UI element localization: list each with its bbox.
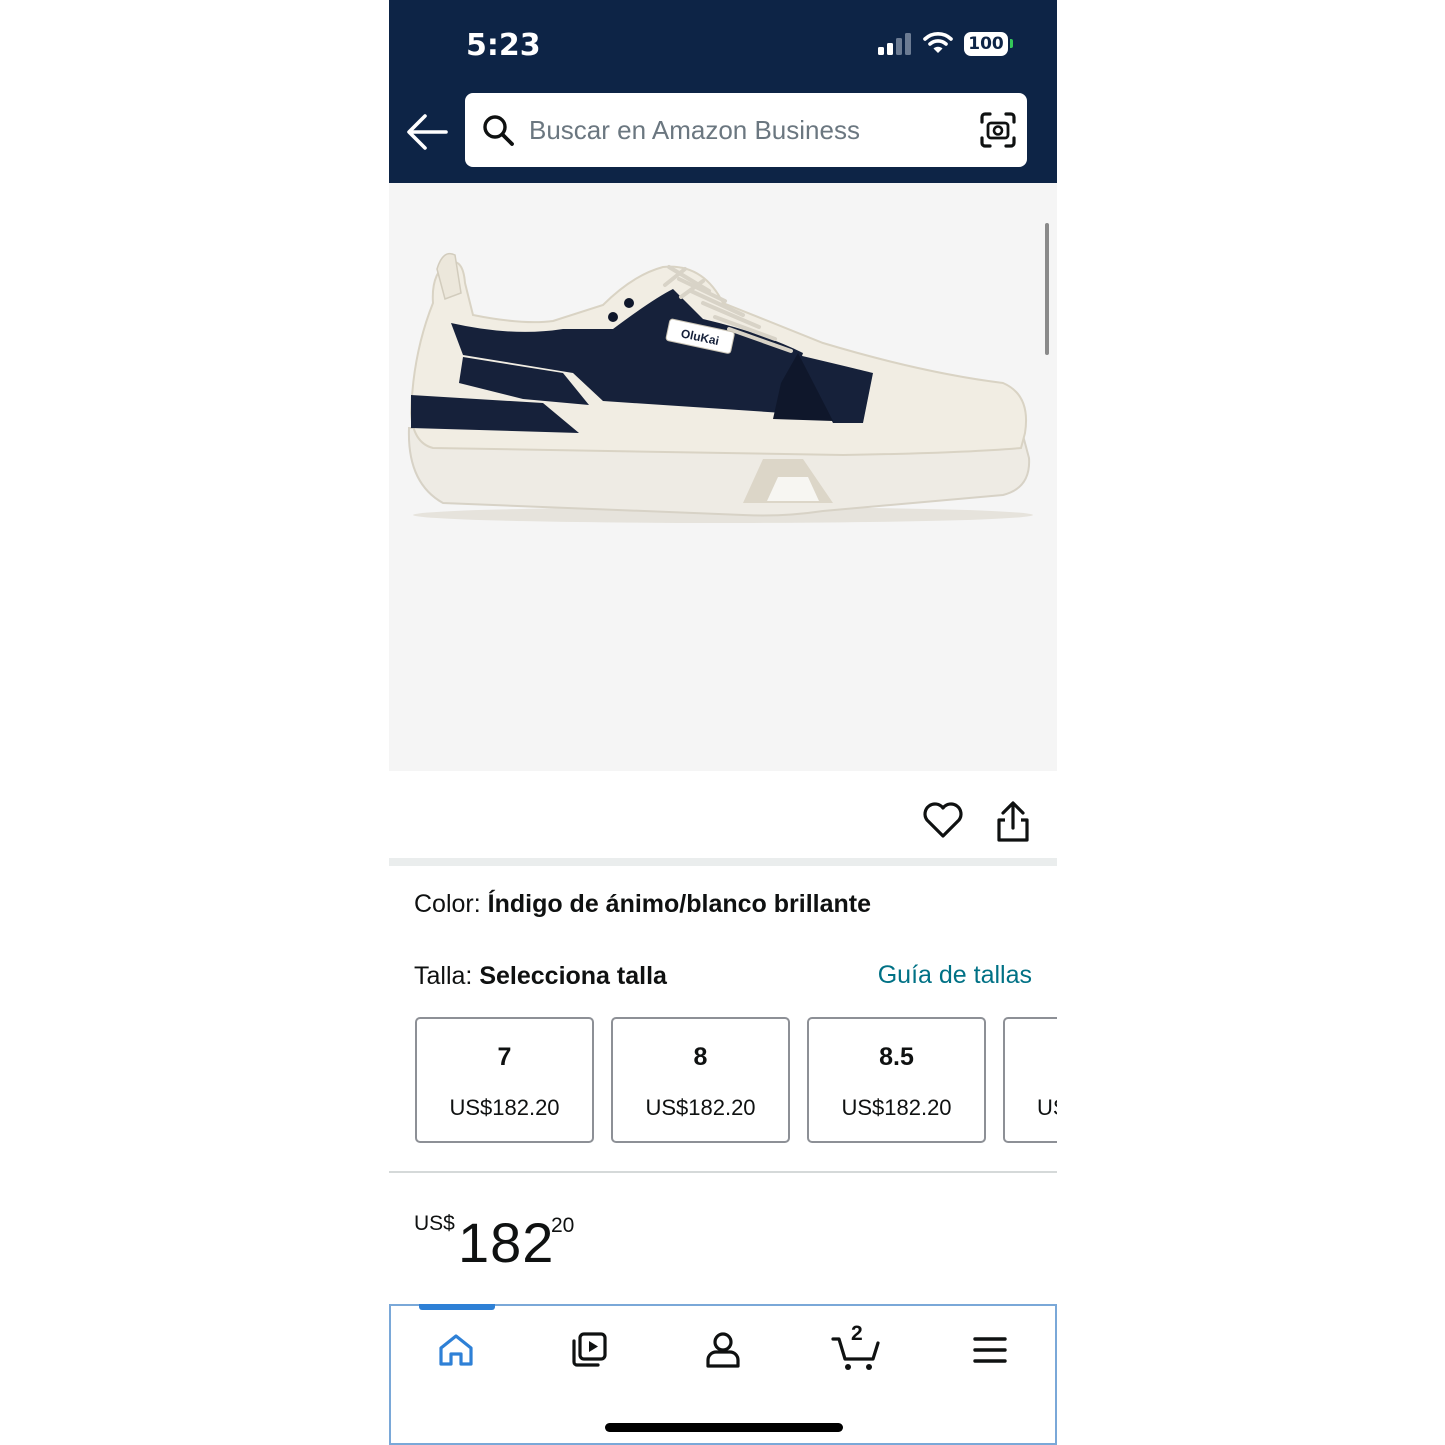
product-image-carousel[interactable]: OluKai (389, 183, 1057, 771)
size-guide-link[interactable]: Guía de tallas (878, 961, 1032, 990)
size-label: Talla: (414, 962, 473, 990)
size-number: 8.5 (879, 1043, 914, 1071)
image-scroll-indicator (1045, 223, 1049, 355)
battery-nub (1010, 39, 1013, 48)
size-option[interactable]: 8 US$182.20 (611, 1017, 790, 1143)
size-selection: Talla: Selecciona talla (414, 962, 667, 991)
search-input[interactable] (529, 93, 969, 167)
status-time: 5:23 (466, 28, 541, 63)
bottom-navigation: 2 (389, 1304, 1057, 1445)
nav-home[interactable] (429, 1326, 483, 1374)
home-icon (439, 1334, 473, 1366)
section-divider (389, 1171, 1057, 1173)
price-whole: 182 (458, 1211, 555, 1274)
size-price: US$182.20 (645, 1095, 756, 1120)
cellular-signal-icon (878, 33, 911, 55)
size-number: 8 (693, 1043, 708, 1071)
back-button[interactable] (405, 110, 449, 154)
phone-screen: 5:23 100 Buscar en Amazon Business OluKa… (389, 0, 1057, 1445)
nav-videos[interactable] (562, 1326, 616, 1374)
nav-cart[interactable]: 2 (829, 1322, 883, 1374)
size-price: US$182.20 (841, 1095, 952, 1120)
menu-icon (973, 1337, 1007, 1363)
color-label: Color: (414, 890, 481, 918)
share-icon (997, 801, 1029, 842)
size-price: US$182.20 (1037, 1095, 1057, 1120)
arrow-left-icon (407, 114, 448, 150)
size-option[interactable]: 8.5 US$182.20 (807, 1017, 986, 1143)
video-icon (572, 1332, 607, 1367)
size-value: Selecciona talla (479, 962, 667, 990)
camera-search-icon[interactable] (979, 111, 1017, 149)
size-number: 7 (497, 1043, 512, 1071)
color-selection: Color: Índigo de ánimo/blanco brillante (414, 890, 871, 919)
size-option[interactable]: US$182.20 (1003, 1017, 1057, 1143)
account-icon (706, 1332, 740, 1368)
heart-icon (923, 802, 963, 838)
search-box[interactable] (465, 93, 1027, 167)
size-options: 7 US$182.20 8 US$182.20 8.5 US$182.20 US… (415, 1017, 1057, 1145)
size-option[interactable]: 7 US$182.20 (415, 1017, 594, 1143)
wifi-icon (923, 32, 953, 53)
nav-account[interactable] (696, 1326, 750, 1374)
search-icon (483, 115, 514, 146)
color-value: Índigo de ánimo/blanco brillante (487, 890, 872, 918)
price-currency: US$ (414, 1212, 455, 1235)
section-divider (389, 858, 1057, 866)
price-fraction: 20 (551, 1214, 575, 1237)
size-price: US$182.20 (449, 1095, 560, 1120)
nav-menu[interactable] (963, 1326, 1017, 1374)
nav-active-indicator (419, 1304, 495, 1310)
app-header: 5:23 100 (389, 0, 1057, 183)
battery-indicator: 100 (964, 32, 1008, 56)
share-button[interactable] (993, 800, 1033, 844)
cart-count-badge: 2 (851, 1322, 863, 1345)
product-image-sneaker[interactable]: OluKai (403, 233, 1033, 533)
home-indicator (605, 1423, 843, 1432)
wishlist-button[interactable] (921, 798, 965, 842)
